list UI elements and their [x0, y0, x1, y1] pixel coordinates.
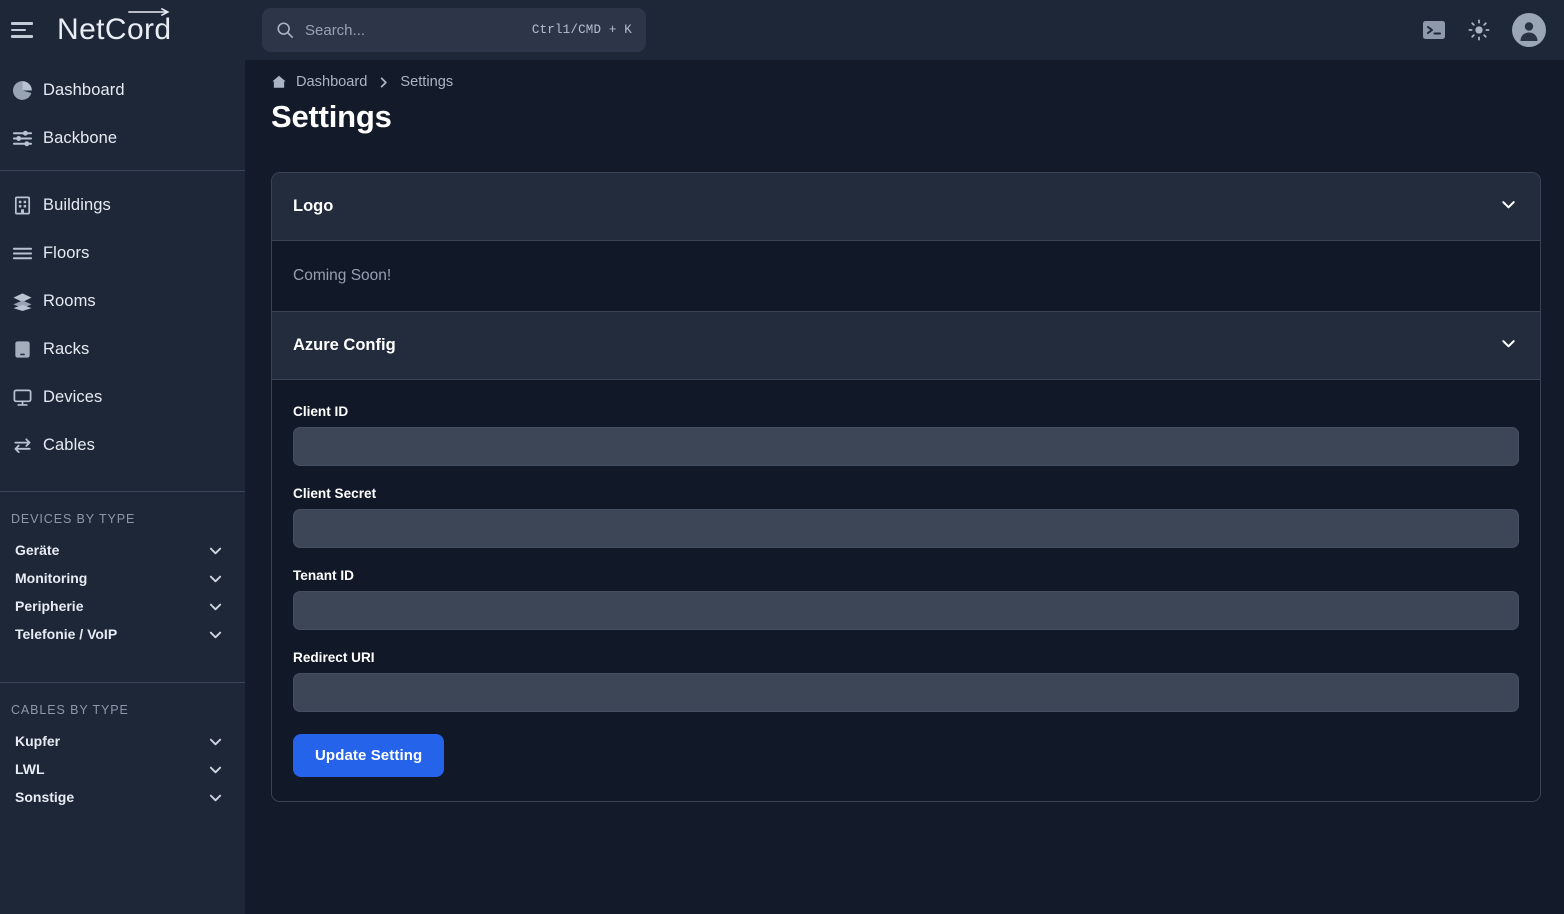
sidebar-item-label: Racks [43, 340, 89, 359]
search-placeholder: Search... [305, 22, 532, 39]
sidebar-item-label: Dashboard [43, 81, 125, 100]
group-label: Monitoring [15, 570, 87, 586]
top-bar: NetCord Search... Ctrl1/CMD + K [0, 0, 1564, 60]
sidebar-item-floors[interactable]: Floors [0, 229, 245, 277]
device-group-telefonie-voip[interactable]: Telefonie / VoIP [0, 620, 245, 648]
field-label: Redirect URI [293, 650, 1519, 665]
accordion-header-azure-config[interactable]: Azure Config [272, 312, 1540, 379]
sidebar-item-label: Buildings [43, 196, 111, 215]
vector-arrow-icon [128, 8, 173, 16]
hamburger-line [11, 22, 33, 25]
main-content: Dashboard Settings Settings Logo Coming … [245, 60, 1564, 914]
sidebar-divider [0, 682, 245, 683]
field-label: Client Secret [293, 486, 1519, 501]
group-label: Geräte [15, 542, 59, 558]
sun-theme-icon[interactable] [1468, 19, 1490, 41]
breadcrumb-link-dashboard[interactable]: Dashboard [296, 74, 367, 90]
accordion-body-azure-config: Client ID Client Secret Tenant ID Redire… [272, 380, 1540, 801]
field-label: Tenant ID [293, 568, 1519, 583]
avatar[interactable] [1512, 13, 1546, 47]
sidebar-divider [0, 491, 245, 492]
form-field-redirect-uri: Redirect URI [293, 650, 1519, 712]
sidebar-item-backbone[interactable]: Backbone [0, 114, 245, 162]
sidebar-item-buildings[interactable]: Buildings [0, 181, 245, 229]
group-label: Peripherie [15, 598, 83, 614]
client-id-input[interactable] [293, 427, 1519, 466]
swap-arrows-icon [10, 433, 34, 457]
field-label: Client ID [293, 404, 1519, 419]
layers-lines-icon [10, 241, 34, 265]
group-label: LWL [15, 761, 45, 777]
chevron-down-icon [208, 599, 223, 614]
redirect-uri-input[interactable] [293, 673, 1519, 712]
pie-chart-icon [10, 78, 34, 102]
sidebar-item-rooms[interactable]: Rooms [0, 277, 245, 325]
sidebar-item-label: Rooms [43, 292, 96, 311]
cable-group-lwl[interactable]: LWL [0, 755, 245, 783]
group-label: Telefonie / VoIP [15, 626, 117, 642]
sidebar-item-label: Devices [43, 388, 102, 407]
group-label: Kupfer [15, 733, 60, 749]
chevron-down-icon[interactable] [1499, 334, 1518, 358]
chevron-down-icon [208, 790, 223, 805]
menu-toggle-icon[interactable] [11, 22, 33, 38]
search-icon [276, 21, 294, 39]
search-box[interactable]: Search... Ctrl1/CMD + K [262, 8, 646, 52]
hamburger-line [11, 35, 33, 38]
sidebar-item-label: Backbone [43, 129, 117, 148]
hamburger-line [11, 29, 26, 32]
sliders-icon [10, 126, 34, 150]
client-secret-input[interactable] [293, 509, 1519, 548]
stack-icon [10, 289, 34, 313]
chevron-down-icon[interactable] [1499, 195, 1518, 219]
devices-by-type-heading: DEVICES BY TYPE [0, 502, 245, 536]
brand-vector-wrap: ord [127, 15, 172, 45]
search-shortcut-hint: Ctrl1/CMD + K [532, 23, 632, 37]
device-group-peripherie[interactable]: Peripherie [0, 592, 245, 620]
cable-group-kupfer[interactable]: Kupfer [0, 727, 245, 755]
cable-group-sonstige[interactable]: Sonstige [0, 783, 245, 811]
chevron-down-icon [208, 762, 223, 777]
tenant-id-input[interactable] [293, 591, 1519, 630]
chevron-down-icon [208, 543, 223, 558]
accordion-header-logo[interactable]: Logo [272, 173, 1540, 240]
accordion-title: Azure Config [293, 336, 396, 355]
device-group-monitoring[interactable]: Monitoring [0, 564, 245, 592]
brand-prefix: NetC [57, 13, 127, 46]
user-icon [1516, 17, 1542, 43]
chevron-down-icon [208, 734, 223, 749]
form-field-client-secret: Client Secret [293, 486, 1519, 548]
cables-by-type-heading: CABLES BY TYPE [0, 693, 245, 727]
monitor-icon [10, 385, 34, 409]
form-field-client-id: Client ID [293, 404, 1519, 466]
app-logo[interactable]: NetCord [57, 15, 172, 45]
chevron-down-icon [208, 571, 223, 586]
sidebar-item-devices[interactable]: Devices [0, 373, 245, 421]
breadcrumb-current: Settings [400, 74, 453, 90]
chevron-down-icon [208, 627, 223, 642]
sidebar-item-label: Floors [43, 244, 89, 263]
sidebar-item-cables[interactable]: Cables [0, 421, 245, 469]
sidebar: Dashboard Backbone [0, 60, 245, 914]
terminal-icon[interactable] [1422, 19, 1446, 41]
brand-vector-text: ord [127, 13, 172, 46]
breadcrumb: Dashboard Settings [245, 60, 1564, 82]
rack-icon [10, 337, 34, 361]
update-setting-button[interactable]: Update Setting [293, 734, 444, 777]
sidebar-divider [0, 170, 245, 171]
sidebar-item-label: Cables [43, 436, 95, 455]
building-icon [10, 193, 34, 217]
top-bar-actions [1422, 0, 1546, 60]
form-field-tenant-id: Tenant ID [293, 568, 1519, 630]
coming-soon-text: Coming Soon! [293, 267, 391, 284]
accordion-title: Logo [293, 197, 333, 216]
device-group-geraete[interactable]: Geräte [0, 536, 245, 564]
settings-card: Logo Coming Soon! Azure Config Client ID… [271, 172, 1541, 802]
group-label: Sonstige [15, 789, 74, 805]
accordion-body-logo: Coming Soon! [272, 241, 1540, 311]
sidebar-item-dashboard[interactable]: Dashboard [0, 66, 245, 114]
home-icon[interactable] [271, 74, 287, 90]
chevron-right-icon [377, 76, 390, 89]
sidebar-item-racks[interactable]: Racks [0, 325, 245, 373]
